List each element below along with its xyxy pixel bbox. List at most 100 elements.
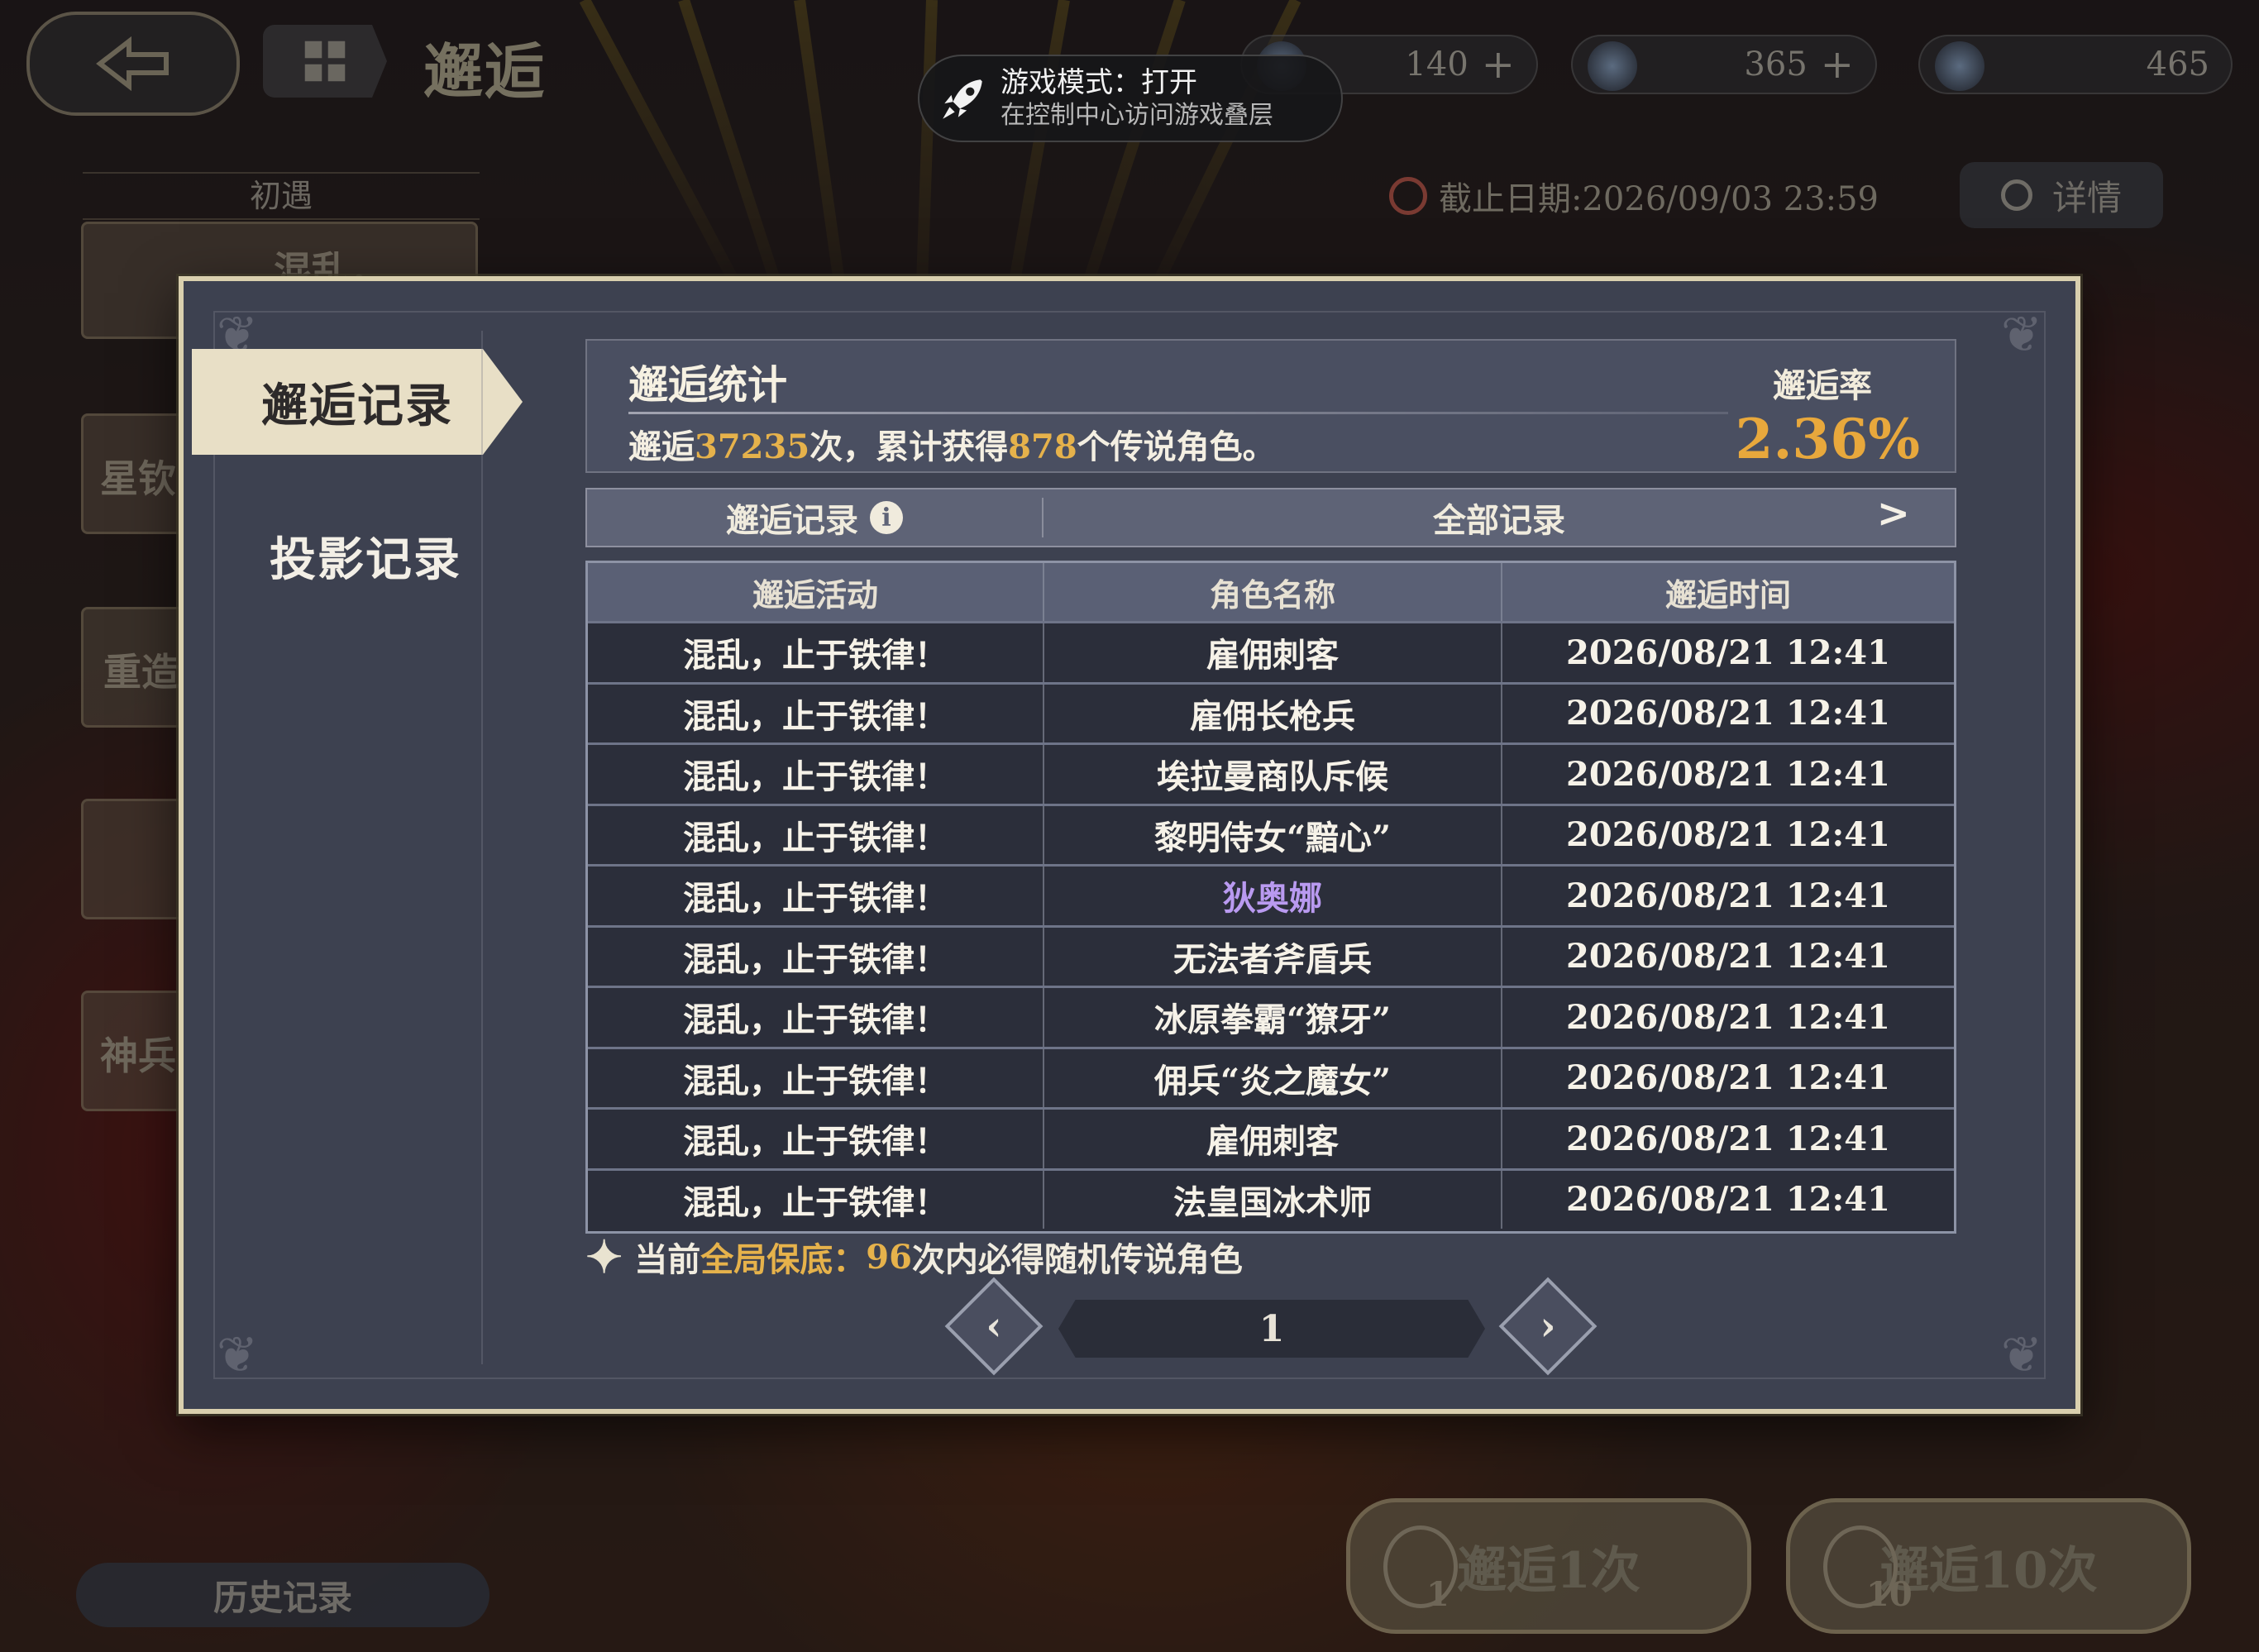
- cell-event: 混乱，止于铁律！: [683, 696, 948, 736]
- cell-character: 佣兵“炎之魔女”: [1043, 1048, 1501, 1107]
- table-row: 混乱，止于铁律！ 无法者斧盾兵 2026/08/21 12:41: [588, 924, 1954, 986]
- record-filter-dropdown[interactable]: 全部记录 >: [1044, 490, 1955, 542]
- total-draws: 37235: [695, 427, 810, 466]
- stats-text-suffix: 个传说角色。: [1077, 427, 1276, 466]
- game-mode-toast[interactable]: 游戏模式：打开 在控制中心访问游戏叠层: [918, 55, 1343, 142]
- chevron-left-icon: ‹: [986, 1303, 1002, 1349]
- stats-text-mid: 次，累计获得: [810, 427, 1009, 466]
- table-header: 邂逅活动 角色名称 邂逅时间: [588, 563, 1954, 621]
- table-row: 混乱，止于铁律！ 雇佣长枪兵 2026/08/21 12:41: [588, 681, 1954, 742]
- stats-divider: [628, 412, 1728, 414]
- cell-event: 混乱，止于铁律！: [683, 636, 948, 676]
- plus-icon[interactable]: +: [1821, 41, 1854, 88]
- detail-button[interactable]: 详情: [1960, 162, 2163, 228]
- clock-icon: [1389, 177, 1427, 215]
- prev-page-button[interactable]: ‹: [944, 1277, 1044, 1376]
- draw-ten-label: 邂逅10次: [1879, 1541, 2098, 1600]
- table-row: 混乱，止于铁律！ 冰原拳霸“獠牙” 2026/08/21 12:41: [588, 986, 1954, 1047]
- currency-2-icon: [1588, 41, 1637, 91]
- cell-time: 2026/08/21 12:41: [1501, 1110, 1954, 1168]
- plus-icon[interactable]: +: [1482, 41, 1515, 88]
- table-row: 混乱，止于铁律！ 法皇国冰术师 2026/08/21 12:41: [588, 1167, 1954, 1229]
- search-icon: [2000, 179, 2032, 211]
- history-button[interactable]: 历史记录: [76, 1563, 490, 1627]
- cell-time: 2026/08/21 12:41: [1501, 988, 1954, 1047]
- toast-subtitle: 在控制中心访问游戏叠层: [1001, 101, 1273, 130]
- tab-divider: [481, 331, 483, 1364]
- info-icon[interactable]: i: [870, 501, 903, 534]
- menu-button[interactable]: [263, 25, 387, 98]
- rocket-icon: [943, 79, 982, 119]
- toast-title: 游戏模式：打开: [1001, 66, 1197, 99]
- cell-character: 埃拉曼商队斥候: [1043, 745, 1501, 804]
- draw-record-modal: ❦ ❦ ❦ ❦ 邂逅记录 投影记录 邂逅统计 邂逅37235次，累计获得878个…: [179, 276, 2080, 1414]
- legendary-count: 878: [1008, 427, 1077, 466]
- table-row: 混乱，止于铁律！ 黎明侍女“黯心” 2026/08/21 12:41: [588, 803, 1954, 864]
- tab-projection-record[interactable]: 投影记录: [192, 503, 539, 609]
- page-title: 邂逅: [423, 36, 547, 107]
- draw-stats-panel: 邂逅统计 邂逅37235次，累计获得878个传说角色。 邂逅率 2.36%: [585, 339, 1956, 473]
- cell-time: 2026/08/21 12:41: [1501, 623, 1954, 682]
- pity-colon: ：: [833, 1240, 867, 1279]
- record-filter-bar: 邂逅记录 i 全部记录 >: [585, 488, 1956, 547]
- cell-time: 2026/08/21 12:41: [1501, 927, 1954, 986]
- stats-title: 邂逅统计: [628, 362, 788, 408]
- next-page-button[interactable]: ›: [1498, 1277, 1598, 1376]
- record-type-label: 邂逅记录 i: [587, 494, 1042, 542]
- ornament-icon: ❦: [2000, 1326, 2043, 1384]
- table-row: 混乱，止于铁律！ 雇佣刺客 2026/08/21 12:41: [588, 621, 1954, 682]
- cell-time: 2026/08/21 12:41: [1501, 1170, 1954, 1229]
- record-filter-value: 全部记录: [1433, 501, 1565, 540]
- cell-event: 混乱，止于铁律！: [683, 939, 948, 979]
- draw-once-count: 1: [1426, 1575, 1449, 1614]
- stats-text-prefix: 邂逅: [628, 427, 695, 466]
- sidebar-section-label: 初遇: [83, 172, 480, 220]
- draw-ten-count: 10: [1866, 1575, 1913, 1614]
- cell-time: 2026/08/21 12:41: [1501, 745, 1954, 804]
- cell-character: 无法者斧盾兵: [1043, 927, 1501, 986]
- currency-counter-2[interactable]: 365 +: [1571, 35, 1877, 94]
- pity-highlight: 全局保底: [700, 1240, 833, 1279]
- cell-event: 混乱，止于铁律！: [683, 1182, 948, 1222]
- draw-once-button[interactable]: 1 邂逅1次: [1346, 1498, 1751, 1634]
- currency-counter-3[interactable]: 465: [1918, 35, 2233, 94]
- cell-character-rare: 狄奥娜: [1043, 867, 1501, 925]
- cell-event: 混乱，止于铁律！: [683, 1000, 948, 1040]
- cell-event: 混乱，止于铁律！: [683, 879, 948, 919]
- ornament-icon: ❦: [216, 1326, 259, 1384]
- cell-time: 2026/08/21 12:41: [1501, 1048, 1954, 1107]
- cell-event: 混乱，止于铁律！: [683, 818, 948, 857]
- tab-draw-record[interactable]: 邂逅记录: [192, 349, 523, 455]
- cell-character: 冰原拳霸“獠牙”: [1043, 988, 1501, 1047]
- currency-3-icon: [1935, 41, 1984, 91]
- banner-card-label: 星钦: [100, 456, 176, 501]
- chevron-right-icon: >: [1876, 490, 1910, 537]
- table-row: 混乱，止于铁律！ 佣兵“炎之魔女” 2026/08/21 12:41: [588, 1046, 1954, 1107]
- header-character: 角色名称: [1043, 563, 1501, 621]
- pity-count: 96: [866, 1237, 912, 1277]
- sparkle-icon: ✦: [585, 1230, 623, 1283]
- draw-once-label: 邂逅1次: [1457, 1541, 1641, 1600]
- record-type-text: 邂逅记录: [726, 501, 858, 540]
- banner-card-label: 神兵: [100, 1034, 176, 1078]
- deadline-text: 截止日期:2026/09/03 23:59: [1439, 180, 1879, 218]
- pity-notice: ✦ 当前 全局保底： 96 次内必得随机传说角色: [585, 1230, 1243, 1283]
- cell-event: 混乱，止于铁律！: [683, 757, 948, 797]
- table-row: 混乱，止于铁律！ 雇佣刺客 2026/08/21 12:41: [588, 1107, 1954, 1168]
- currency-1-value: 140: [1405, 45, 1469, 84]
- draw-record-table: 邂逅活动 角色名称 邂逅时间 混乱，止于铁律！ 雇佣刺客 2026/08/21 …: [585, 561, 1956, 1234]
- rate-label: 邂逅率: [1773, 366, 1872, 405]
- pagination: ‹ 1 ›: [944, 1277, 1598, 1376]
- ornament-icon: ❦: [2000, 306, 2043, 364]
- chevron-right-icon: ›: [1540, 1303, 1556, 1349]
- cell-event: 混乱，止于铁律！: [683, 1122, 948, 1162]
- cell-character: 黎明侍女“黯心”: [1043, 805, 1501, 864]
- pity-prefix: 当前: [634, 1240, 701, 1279]
- detail-label: 详情: [2051, 177, 2122, 218]
- header-time: 邂逅时间: [1501, 563, 1954, 621]
- table-row: 混乱，止于铁律！ 狄奥娜 2026/08/21 12:41: [588, 864, 1954, 925]
- pity-suffix: 次内必得随机传说角色: [911, 1240, 1243, 1279]
- draw-ten-button[interactable]: 10 邂逅10次: [1786, 1498, 2191, 1634]
- currency-3-value: 465: [2146, 45, 2209, 84]
- back-button[interactable]: [26, 12, 240, 116]
